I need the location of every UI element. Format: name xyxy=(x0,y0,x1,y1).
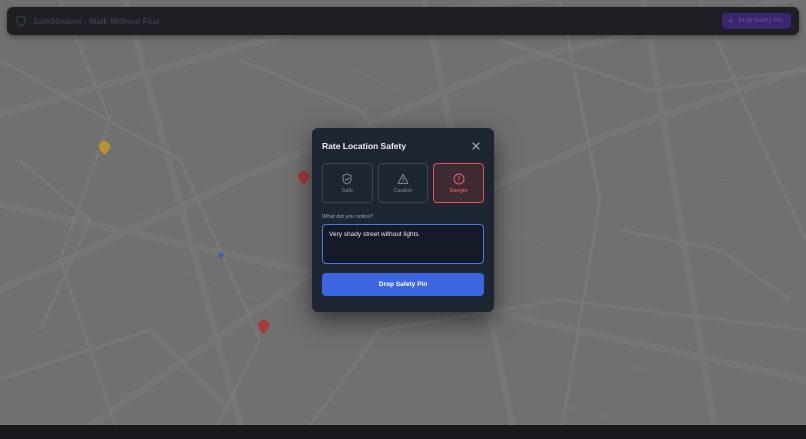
rating-option-caution[interactable]: Caution xyxy=(377,163,429,203)
shield-logo-icon xyxy=(16,15,26,27)
close-icon xyxy=(472,142,480,150)
drop-pin-header-label: Drop Safety Pin xyxy=(738,18,783,24)
user-location-dot xyxy=(218,245,224,263)
close-button[interactable] xyxy=(471,141,481,151)
warning-triangle-icon xyxy=(397,173,409,184)
drop-pin-header-button[interactable]: Drop Safety Pin xyxy=(722,13,791,29)
map-pin-icon xyxy=(258,320,269,334)
modal-title: Rate Location Safety xyxy=(322,141,407,151)
plus-icon xyxy=(728,18,734,24)
danger-pin[interactable] xyxy=(258,320,269,339)
drop-safety-pin-button[interactable]: Drop Safety Pin xyxy=(322,273,484,296)
app-title: SafeShadow - Walk Without Fear xyxy=(33,16,161,26)
location-dot-icon xyxy=(218,252,224,258)
notes-label: What did you notice? xyxy=(322,214,374,220)
top-bar: SafeShadow - Walk Without Fear Drop Safe… xyxy=(7,7,799,35)
caution-pin[interactable] xyxy=(99,141,110,160)
map-pin-icon xyxy=(298,171,309,185)
map-pin-icon xyxy=(99,141,110,155)
safety-rating-options: Safe Caution Danger xyxy=(322,163,485,203)
danger-pin[interactable] xyxy=(298,171,309,190)
rating-option-label: Danger xyxy=(449,187,468,194)
rating-option-safe[interactable]: Safe xyxy=(322,163,373,203)
rating-option-danger[interactable]: Danger xyxy=(433,163,485,203)
bottom-bar xyxy=(0,425,806,439)
alert-circle-icon xyxy=(453,173,465,184)
rating-option-label: Safe xyxy=(341,187,353,194)
rating-option-label: Caution xyxy=(393,187,413,194)
shield-check-icon xyxy=(342,173,352,184)
notes-textarea[interactable]: Very shady street without lights xyxy=(322,224,484,264)
rate-location-modal: Rate Location Safety Safe Caution Danger… xyxy=(312,128,494,312)
